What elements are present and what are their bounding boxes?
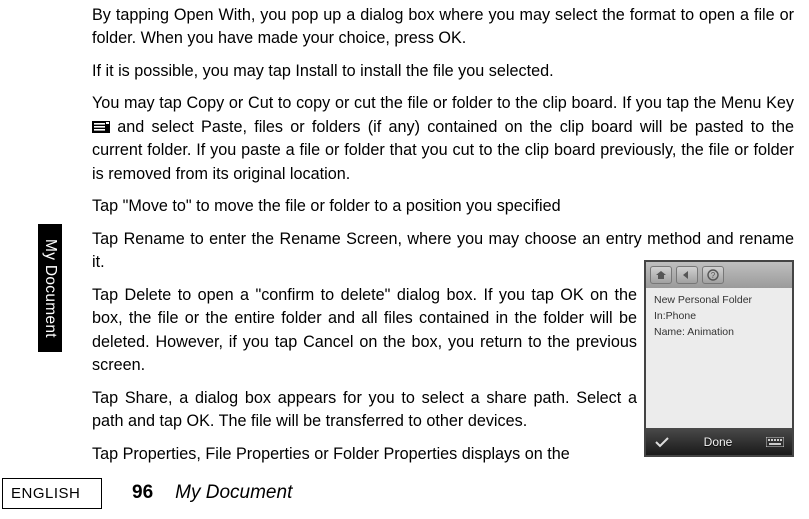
- footer-language: ENGLISH: [2, 478, 102, 509]
- phone-toolbar: ?: [646, 262, 792, 288]
- sidebar-label: My Document: [41, 239, 59, 338]
- home-icon: [650, 266, 672, 284]
- wrapped-text-block: Tap Delete to open a "confirm to delete"…: [92, 284, 637, 466]
- paragraph-part: and select Paste, files or folders (if a…: [92, 118, 794, 183]
- sidebar-tab: My Document: [38, 224, 62, 352]
- paragraph: Tap "Move to" to move the file or folder…: [92, 195, 794, 218]
- back-icon: [676, 266, 698, 284]
- paragraph: Tap Properties, File Properties or Folde…: [92, 443, 637, 466]
- phone-screenshot: ? New Personal Folder In:Phone Name: Ani…: [644, 260, 794, 457]
- page-footer: ENGLISH 96 My Document: [0, 475, 809, 511]
- paragraph: By tapping Open With, you pop up a dialo…: [92, 4, 794, 51]
- inset-line: New Personal Folder: [654, 294, 784, 306]
- paragraph: Tap Delete to open a "confirm to delete"…: [92, 284, 637, 378]
- paragraph: If it is possible, you may tap Install t…: [92, 60, 794, 83]
- keyboard-icon: [764, 437, 786, 447]
- paragraph: You may tap Copy or Cut to copy or cut t…: [92, 92, 794, 186]
- done-label: Done: [704, 435, 733, 449]
- svg-text:?: ?: [711, 271, 716, 280]
- inset-line: In:Phone: [654, 310, 784, 322]
- inset-line: Name: Animation: [654, 326, 784, 338]
- footer-page-number: 96: [132, 482, 153, 504]
- phone-body: New Personal Folder In:Phone Name: Anima…: [646, 288, 792, 432]
- check-icon: [652, 436, 672, 448]
- phone-bottom-bar: Done: [646, 428, 792, 455]
- help-icon: ?: [702, 266, 724, 284]
- page: My Document By tapping Open With, you po…: [0, 0, 809, 519]
- menu-key-icon: [92, 121, 110, 133]
- paragraph: Tap Share, a dialog box appears for you …: [92, 387, 637, 434]
- paragraph-part: You may tap Copy or Cut to copy or cut t…: [92, 94, 794, 112]
- footer-title: My Document: [175, 482, 292, 504]
